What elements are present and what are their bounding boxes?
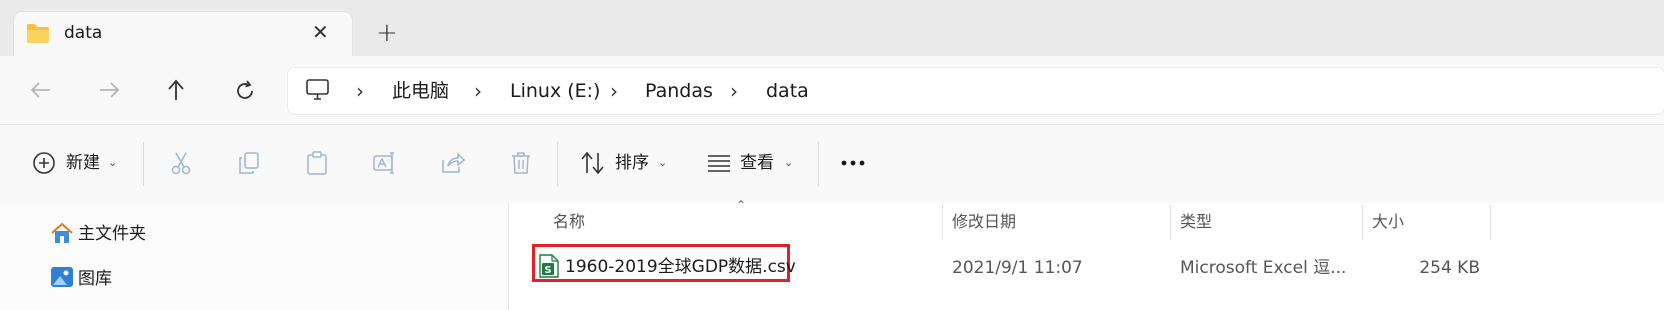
sidebar-item-home[interactable]: 主文件夹	[78, 223, 146, 245]
file-size: 254 KB	[1419, 258, 1480, 278]
column-divider[interactable]	[1490, 204, 1491, 240]
computer-icon	[306, 79, 329, 100]
column-header-type[interactable]: 类型	[1180, 211, 1212, 233]
chevron-down-icon: ⌄	[108, 156, 118, 169]
paste-icon[interactable]	[304, 150, 330, 176]
arrow-left-icon[interactable]	[30, 80, 52, 100]
tab-title: data	[64, 23, 103, 43]
more-icon[interactable]	[840, 158, 866, 168]
column-header-modified[interactable]: 修改日期	[952, 211, 1016, 233]
toolbar-divider	[818, 142, 819, 186]
toolbar-divider	[557, 142, 558, 186]
sidebar-item-gallery[interactable]: 图库	[78, 268, 112, 290]
new-plus-icon[interactable]	[32, 151, 56, 175]
sort-ascending-icon: ⌃	[736, 198, 747, 212]
svg-text:S: S	[544, 265, 551, 276]
sort-button[interactable]: 排序	[615, 152, 649, 174]
arrow-right-icon[interactable]	[98, 80, 120, 100]
chevron-right-icon: ›	[610, 79, 618, 103]
new-button[interactable]: 新建	[66, 152, 100, 174]
breadcrumb-this-pc[interactable]: 此电脑	[392, 78, 449, 104]
address-bar[interactable]	[288, 68, 1664, 114]
file-name[interactable]: 1960-2019全球GDP数据.csv	[565, 256, 796, 278]
toolbar-divider	[143, 142, 144, 186]
file-type: Microsoft Excel 逗...	[1180, 258, 1347, 278]
chevron-right-icon: ›	[730, 79, 738, 103]
delete-icon[interactable]	[508, 150, 534, 176]
copy-icon[interactable]	[236, 150, 262, 176]
breadcrumb-data[interactable]: data	[766, 78, 809, 104]
navigation-pane	[0, 203, 509, 310]
column-divider[interactable]	[942, 204, 943, 240]
column-header-size[interactable]: 大小	[1372, 211, 1404, 233]
file-modified: 2021/9/1 11:07	[952, 258, 1083, 278]
column-divider[interactable]	[1362, 204, 1363, 240]
plus-icon[interactable]: +	[376, 20, 398, 46]
chevron-right-icon: ›	[356, 79, 364, 103]
sort-icon[interactable]	[580, 151, 606, 175]
view-button[interactable]: 查看	[740, 152, 774, 174]
view-icon[interactable]	[706, 153, 732, 173]
cut-icon[interactable]	[168, 150, 194, 176]
home-icon[interactable]	[50, 222, 74, 244]
refresh-icon[interactable]	[234, 80, 256, 102]
column-header-name[interactable]: 名称	[553, 211, 585, 233]
arrow-up-icon[interactable]	[166, 79, 186, 101]
share-icon[interactable]	[440, 150, 466, 176]
breadcrumb-linux-drive[interactable]: Linux (E:)	[510, 78, 600, 104]
close-icon[interactable]: ✕	[312, 20, 329, 44]
rename-icon[interactable]	[372, 150, 398, 176]
chevron-right-icon: ›	[474, 79, 482, 103]
gallery-icon[interactable]	[50, 266, 74, 288]
folder-icon	[27, 24, 49, 43]
chevron-down-icon: ⌄	[658, 156, 668, 169]
csv-file-icon: S	[539, 254, 559, 278]
breadcrumb-pandas[interactable]: Pandas	[645, 78, 713, 104]
chevron-down-icon: ⌄	[784, 156, 794, 169]
column-divider[interactable]	[1170, 204, 1171, 240]
